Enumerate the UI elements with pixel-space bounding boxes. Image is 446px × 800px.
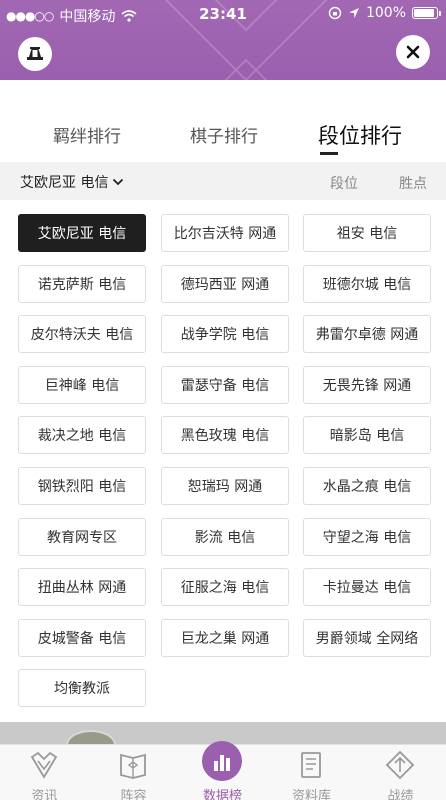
active-tab-indicator [320,152,338,155]
bar-chart-icon [214,755,230,771]
server-option[interactable]: 战争学院 电信 [161,315,289,353]
nav-news[interactable]: 资讯 [0,745,89,800]
league-logo-icon[interactable] [18,37,52,71]
lineup-icon [120,753,146,779]
server-option[interactable]: 雷瑟守备 电信 [161,366,289,404]
filter-bar: 艾欧尼亚 电信 段位 胜点 [0,162,446,200]
server-option[interactable]: 艾欧尼亚 电信 [18,214,146,252]
server-option[interactable]: 巨龙之巢 网通 [161,619,289,657]
news-icon [30,751,58,779]
server-option[interactable]: 守望之海 电信 [303,518,431,556]
server-option[interactable]: 皮尔特沃夫 电信 [18,315,146,353]
server-option[interactable]: 班德尔城 电信 [303,265,431,303]
server-option[interactable]: 水晶之痕 电信 [303,467,431,505]
nav-record-label: 战绩 [387,789,414,800]
tab-bond-ranking[interactable]: 羁绊排行 [53,122,121,147]
nav-news-label: 资讯 [31,789,58,800]
location-icon [348,8,359,18]
tab-tier-ranking[interactable]: 段位排行 [318,120,402,150]
battery-icon [412,7,441,19]
close-icon [406,45,420,59]
server-option[interactable]: 弗雷尔卓德 网通 [303,315,431,353]
app-header: ●●●○○ 中国移动 23:41 100% [0,0,446,80]
nav-data-rankings-label: 数据榜 [202,789,242,800]
server-option[interactable]: 祖安 电信 [303,214,431,252]
server-option[interactable]: 教育网专区 [18,518,146,556]
ranking-tabs: 羁绊排行 棋子排行 段位排行 [0,80,446,162]
tab-piece-ranking[interactable]: 棋子排行 [190,122,258,147]
record-icon [385,750,415,780]
server-option[interactable]: 比尔吉沃特 网通 [161,214,289,252]
database-icon [301,752,321,778]
nav-database[interactable]: 资料库 [267,745,356,800]
server-option[interactable]: 卡拉曼达 电信 [303,568,431,606]
region-dropdown[interactable]: 艾欧尼亚 电信 [20,172,124,192]
server-option[interactable]: 皮城警备 电信 [18,619,146,657]
nav-lineup[interactable]: 阵容 [89,745,178,800]
bottom-nav: 资讯 阵容 数据榜 资料库 战绩 [0,741,446,800]
server-option[interactable]: 诺克萨斯 电信 [18,265,146,303]
server-option[interactable]: 征服之海 电信 [161,568,289,606]
nav-data-rankings[interactable]: 数据榜 [178,741,267,800]
sort-by-rank[interactable]: 段位 [330,173,358,193]
server-option[interactable]: 无畏先锋 网通 [303,366,431,404]
nav-database-label: 资料库 [291,789,331,800]
server-option[interactable]: 影流 电信 [161,518,289,556]
battery-percent: 100% [365,5,406,21]
server-option[interactable]: 钢铁烈阳 电信 [18,467,146,505]
server-option[interactable]: 德玛西亚 网通 [161,265,289,303]
server-option[interactable]: 黑色玫瑰 电信 [161,416,289,454]
server-option[interactable]: 恕瑞玛 网通 [161,467,289,505]
server-option[interactable]: 扭曲丛林 网通 [18,568,146,606]
server-option[interactable]: 男爵领域 全网络 [303,619,431,657]
status-bar: ●●●○○ 中国移动 23:41 100% [0,0,446,28]
server-option[interactable]: 均衡教派 [18,669,146,707]
region-label: 艾欧尼亚 电信 [20,175,109,191]
server-option[interactable]: 裁决之地 电信 [18,416,146,454]
chevron-down-icon [113,178,124,186]
server-option[interactable]: 暗影岛 电信 [303,416,431,454]
nav-record[interactable]: 战绩 [356,745,445,800]
orientation-lock-icon [328,6,342,20]
server-option[interactable]: 巨神峰 电信 [18,366,146,404]
nav-lineup-label: 阵容 [120,789,147,800]
sort-by-winpoints[interactable]: 胜点 [399,173,427,193]
close-button[interactable] [396,35,430,69]
